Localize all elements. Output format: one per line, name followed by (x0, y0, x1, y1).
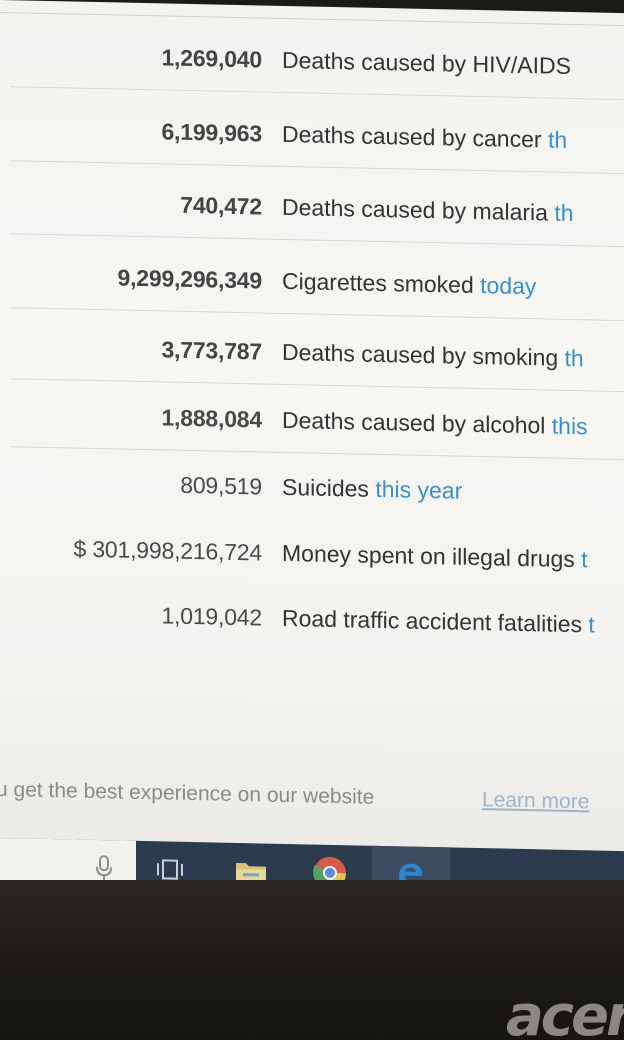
stat-text: Deaths caused by smoking (282, 338, 565, 371)
stat-row-cancer: 6,199,963 Deaths caused by cancer th (0, 108, 624, 175)
stat-period-link[interactable]: th (554, 200, 573, 226)
stats-list: 1,269,040 Deaths caused by HIV/AIDS 6,19… (0, 0, 624, 637)
stat-number: 1,019,042 (161, 602, 262, 631)
cookie-banner: u get the best experience on our website… (0, 770, 624, 823)
stat-period-link[interactable]: th (548, 126, 567, 152)
stat-label: Cigarettes smoked today (282, 261, 536, 306)
stat-row-hiv-aids: 1,269,040 Deaths caused by HIV/AIDS (0, 34, 624, 101)
row-divider (10, 160, 624, 175)
row-divider (10, 307, 624, 322)
stat-row-road-traffic: 1,019,042 Road traffic accident fataliti… (0, 592, 624, 645)
learn-more-link[interactable]: Learn more (482, 780, 589, 822)
stat-row-suicides: 809,519 Suicides this year (0, 461, 624, 514)
stat-text: Cigarettes smoked (282, 267, 481, 299)
stat-period-link[interactable]: t (581, 546, 587, 572)
stat-label: Deaths caused by cancer th (282, 114, 567, 160)
stat-number: 1,269,040 (161, 44, 262, 73)
browser-viewport: 1,269,040 Deaths caused by HIV/AIDS 6,19… (0, 0, 624, 919)
stat-label: Deaths caused by malaria th (282, 187, 574, 233)
stat-text: Deaths caused by alcohol (282, 406, 552, 439)
stat-period-link[interactable]: this (552, 413, 588, 440)
row-divider (10, 86, 624, 101)
stat-label: Deaths caused by HIV/AIDS (282, 40, 571, 86)
cookie-text: u get the best experience on our website (0, 777, 375, 809)
stat-period-link[interactable]: th (565, 345, 584, 371)
row-divider (10, 446, 624, 461)
stat-text: Road traffic accident fatalities (282, 604, 589, 638)
stat-label: Money spent on illegal drugs t (282, 533, 588, 579)
stat-number: 6,199,963 (161, 118, 262, 147)
stat-row-malaria: 740,472 Deaths caused by malaria th (0, 181, 624, 248)
stat-label: Deaths caused by smoking th (282, 332, 584, 378)
stat-text: Deaths caused by malaria (282, 193, 555, 226)
stat-row-illegal-drugs: $ 301,998,216,724 Money spent on illegal… (0, 527, 624, 580)
stat-text: Money spent on illegal drugs (282, 539, 582, 573)
stat-row-cigarettes: 9,299,296,349 Cigarettes smoked today (0, 255, 624, 322)
stat-number: 809,519 (180, 471, 262, 500)
stat-number: 3,773,787 (161, 336, 262, 365)
stat-period-link[interactable]: t (588, 611, 594, 637)
stat-text: Suicides (282, 473, 376, 502)
stat-row-alcohol: 1,888,084 Deaths caused by alcohol this (0, 394, 624, 461)
divider (0, 12, 624, 27)
stat-label: Road traffic accident fatalities t (282, 598, 595, 645)
stat-number: 1,888,084 (161, 404, 262, 433)
acer-logo: acer (506, 984, 624, 1040)
stat-number: $ 301,998,216,724 (73, 535, 262, 566)
stat-text: Deaths caused by cancer (282, 120, 548, 153)
stat-number: 740,472 (180, 191, 262, 220)
stat-period-link[interactable]: today (480, 272, 536, 299)
stat-row-smoking: 3,773,787 Deaths caused by smoking th (0, 326, 624, 393)
row-divider (10, 378, 624, 393)
stat-label: Deaths caused by alcohol this (282, 400, 588, 446)
stat-period-link[interactable]: this year (375, 476, 462, 504)
stat-text: Deaths caused by HIV/AIDS (282, 46, 571, 79)
row-divider (10, 233, 624, 248)
stat-number: 9,299,296,349 (117, 264, 263, 294)
stat-label: Suicides this year (282, 467, 462, 511)
